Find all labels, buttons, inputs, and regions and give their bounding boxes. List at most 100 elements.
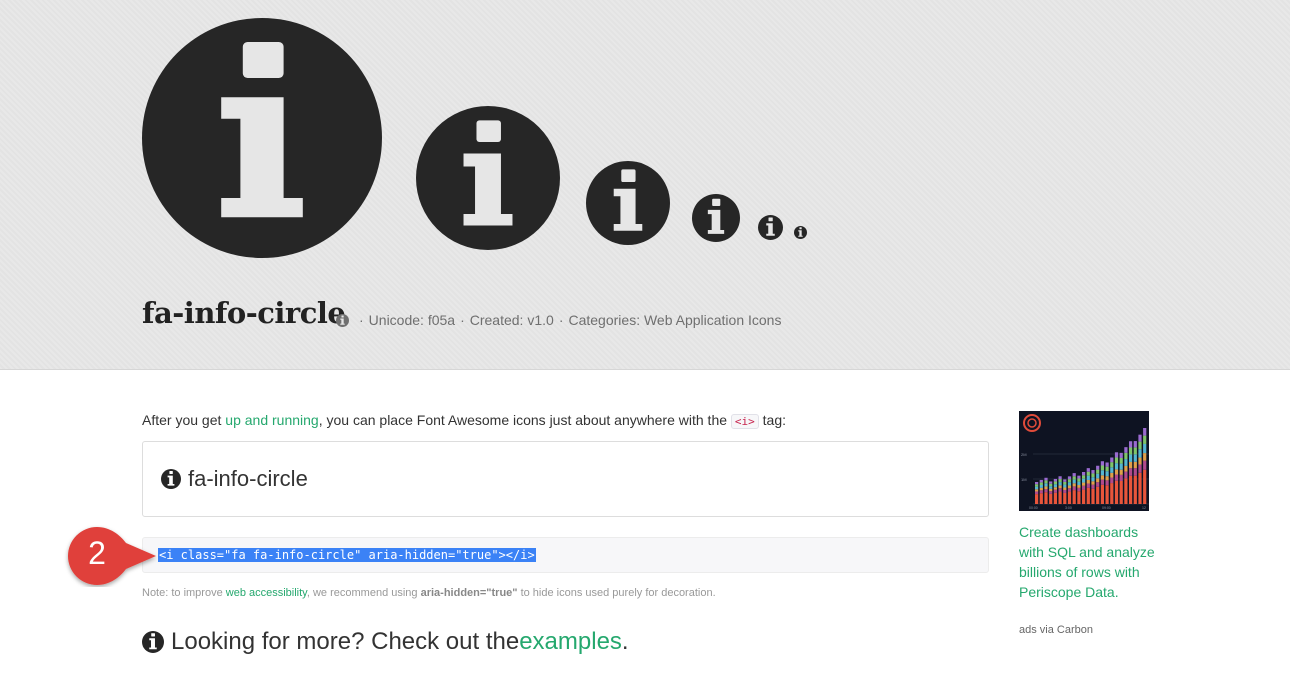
ad-chart-bar-segment <box>1105 462 1109 467</box>
ad-chart-bar-segment <box>1035 482 1039 485</box>
note-before: Note: to improve <box>142 587 226 599</box>
ad-dashboard-chart-image: 2M 1M 00:00 3:00 09:00 12 <box>1019 411 1149 511</box>
meta-created: Created: v1.0 <box>469 312 554 328</box>
ad-chart-bar-segment <box>1091 477 1095 482</box>
i-tag-code: <i> <box>730 414 759 429</box>
meta-categories: Categories: Web Application Icons <box>568 312 782 328</box>
note-after: to hide icons used purely for decoration… <box>517 587 716 599</box>
svg-text:00:00: 00:00 <box>1029 506 1038 510</box>
ad-chart-bar-segment <box>1096 473 1100 479</box>
ad-chart-bar-segment <box>1067 485 1072 489</box>
ad-chart-bar-segment <box>1143 460 1147 470</box>
ad-chart-bar-segment <box>1049 493 1053 504</box>
ad-chart-bar-segment <box>1058 488 1062 492</box>
info-circle-icon <box>758 215 783 240</box>
ad-chart-bar-segment <box>1114 452 1119 458</box>
ad-chart-bar-segment <box>1143 443 1147 454</box>
ad-chart-bar-segment <box>1124 452 1128 460</box>
ad-chart-bar-segment <box>1133 461 1137 469</box>
info-circle-icon <box>586 161 670 245</box>
step-callout-number: 2 <box>88 535 106 571</box>
ad-chart-bar-segment <box>1044 477 1048 481</box>
icon-title: fa-info-circle <box>142 296 346 330</box>
ad-chart-bar-segment <box>1049 483 1053 487</box>
ad-chart-bar-segment <box>1053 484 1057 488</box>
ad-chart-bar-segment <box>1133 441 1137 448</box>
ad-chart-bar-segment <box>1035 484 1039 487</box>
ad-chart-bar-segment <box>1119 463 1123 470</box>
ad-chart-bar-segment <box>1105 485 1109 504</box>
ad-chart-bar-segment <box>1138 441 1142 450</box>
ad-chart-bar-segment <box>1138 472 1142 504</box>
ad-chart-bar-segment <box>1077 478 1081 482</box>
ad-chart-bar-segment <box>1110 472 1114 478</box>
ad-chart-bar-segment <box>1053 478 1057 482</box>
ad-chart-bar-segment <box>1082 475 1086 479</box>
ad-chart-bar-segment <box>1100 465 1104 471</box>
ad-chart-bar-segment <box>1072 486 1076 491</box>
ad-chart-bar-segment <box>1063 479 1067 482</box>
svg-text:12: 12 <box>1142 506 1146 510</box>
more-before: Looking for more? Check out the <box>171 628 520 655</box>
ad-chart-bar-segment <box>1063 492 1067 504</box>
ad-chart-bar-segment <box>1039 490 1043 494</box>
info-circle-icon <box>142 631 164 653</box>
ad-chart-bar-segment <box>1044 480 1048 484</box>
up-and-running-link[interactable]: up and running <box>225 412 318 428</box>
ad-chart-bar-segment <box>1086 479 1090 484</box>
ad-chart-bar-segment <box>1053 492 1057 504</box>
ad-chart-bar-segment <box>1124 459 1128 466</box>
ad-chart-bar-segment <box>1110 483 1114 504</box>
ad-chart-bar-segment <box>1053 487 1057 490</box>
ad-chart-bar-segment <box>1133 475 1137 504</box>
code-snippet[interactable]: <i class="fa fa-info-circle" aria-hidden… <box>158 548 536 562</box>
info-circle-icon <box>142 18 382 258</box>
ad-chart-bar-segment <box>1110 477 1114 484</box>
ad-chart-bar-segment <box>1124 478 1128 504</box>
ad-chart-bar-segment <box>1067 476 1072 480</box>
ad-chart-bar-segment <box>1110 462 1114 468</box>
ad-chart-bar-segment <box>1143 469 1147 504</box>
ad-chart-bar-segment <box>1058 482 1062 486</box>
ad-chart-bar-segment <box>1105 480 1109 486</box>
ad-chart-bar-segment <box>1077 491 1081 504</box>
examples-link[interactable]: examples <box>519 628 622 656</box>
ad-chart-bar-segment <box>1124 447 1128 453</box>
ad-chart-bar-segment <box>1072 473 1076 477</box>
ad-chart-bar-segment <box>1138 449 1142 458</box>
ad-chart-bar-segment <box>1035 494 1039 504</box>
ad-chart-bar-segment <box>1100 470 1104 476</box>
web-accessibility-link[interactable]: web accessibility <box>226 587 307 599</box>
ad-chart-bar-segment <box>1044 483 1048 487</box>
info-circle-icon <box>336 313 349 327</box>
ad-chart-bar-segment <box>1063 487 1067 490</box>
ad-chart-bar-segment <box>1133 454 1137 462</box>
step-callout-marker: 2 <box>60 525 160 587</box>
ad-chart-bar-segment <box>1091 481 1095 485</box>
ad-chart-bar-segment <box>1035 491 1039 495</box>
ad-chart-bar-segment <box>1039 482 1043 486</box>
ad-chart-bar-segment <box>1082 471 1086 476</box>
ad-chart-bar-segment <box>1082 485 1086 490</box>
ad-chart-bar-segment <box>1105 471 1109 477</box>
ad-chart-bar-segment <box>1138 434 1142 442</box>
svg-text:3:00: 3:00 <box>1065 506 1072 510</box>
ad-chart-bar-segment <box>1105 466 1109 472</box>
ad-image[interactable]: 2M 1M 00:00 3:00 09:00 12 <box>1019 411 1149 511</box>
ad-chart-bar-segment <box>1091 470 1095 474</box>
ad-chart-bar-segment <box>1129 454 1133 462</box>
ad-chart-bar-segment <box>1110 467 1114 473</box>
ad-text-link[interactable]: Create dashboards with SQL and analyze b… <box>1019 522 1159 602</box>
svg-text:1M: 1M <box>1021 477 1027 482</box>
ad-chart-bar-segment <box>1053 481 1057 485</box>
ad-chart-bar-segment <box>1129 468 1133 476</box>
ad-chart-bar-segment <box>1114 463 1119 470</box>
ad-chart-bar-segment <box>1058 479 1062 483</box>
ad-chart-bar-segment <box>1091 488 1095 504</box>
ad-chart-bar-segment <box>1143 428 1147 436</box>
note-middle: , we recommend using <box>306 587 421 599</box>
ad-chart-bar-segment <box>1100 475 1104 480</box>
ad-chart-bar-segment <box>1100 484 1104 504</box>
code-snippet-box[interactable]: <i class="fa fa-info-circle" aria-hidden… <box>142 537 989 573</box>
ads-via-carbon[interactable]: ads via Carbon <box>1019 624 1093 636</box>
